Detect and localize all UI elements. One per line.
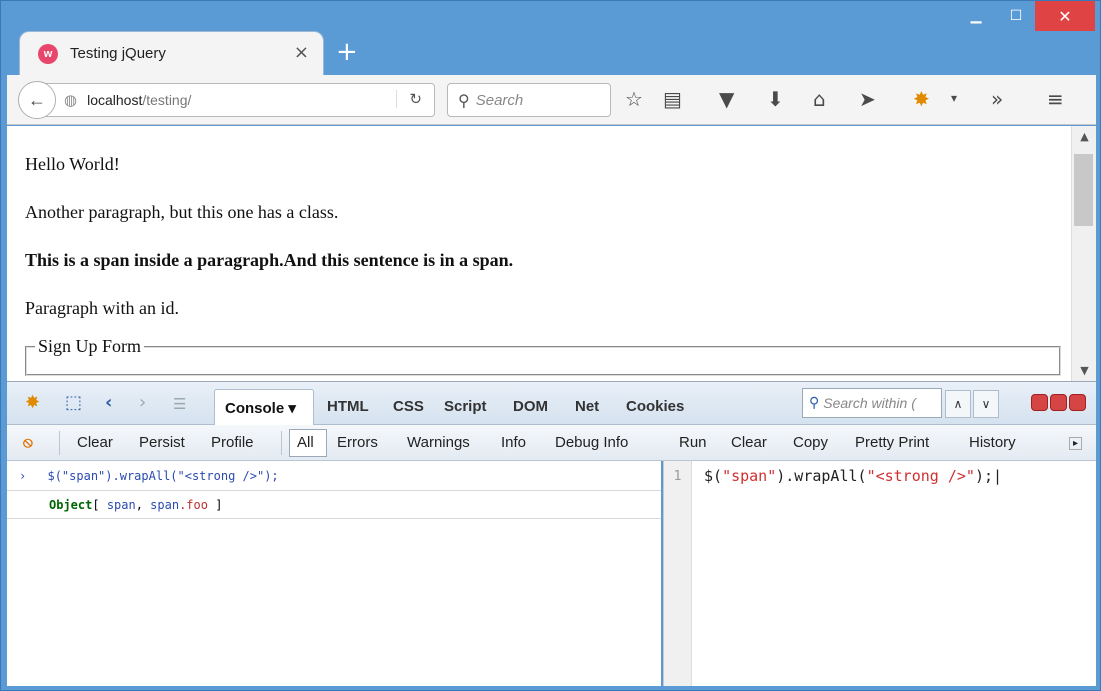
prompt-icon: › <box>19 469 27 483</box>
browser-window: ▁ ☐ ✕ w Testing jQuery × + ← ◍ localhost… <box>0 0 1101 691</box>
filter-errors-button[interactable]: Errors <box>337 434 378 451</box>
tab-favicon-icon: w <box>38 43 58 64</box>
firebug-minimize-button[interactable] <box>1031 394 1048 411</box>
page-content: Hello World! Another paragraph, but this… <box>7 126 1071 381</box>
firebug-detach-button[interactable] <box>1050 394 1067 411</box>
firebug-search-input[interactable]: ⚲ Search within ( <box>802 388 942 418</box>
back-button[interactable]: ← <box>18 81 56 119</box>
filter-info-button[interactable]: Info <box>501 434 526 451</box>
line-number-gutter: 1 <box>664 461 692 686</box>
command-editor[interactable]: 1 $("span").wrapAll("<strong />");| <box>663 461 1096 686</box>
paragraph-span: This is a span inside a paragraph.And th… <box>25 250 514 270</box>
tab-html[interactable]: HTML <box>327 398 369 415</box>
download-icon[interactable]: ⬇ <box>767 87 784 111</box>
search-input[interactable]: ⚲ Search <box>447 83 611 117</box>
minimize-button[interactable]: ▁ <box>961 1 991 31</box>
firebug-tab-bar: ✸ ⬚ ‹ › ☰ Console ▾ HTML CSS Script DOM … <box>7 381 1096 427</box>
result-item[interactable]: span <box>107 498 136 512</box>
text-cursor: | <box>993 467 1003 485</box>
page-scrollbar[interactable]: ▲ ▼ <box>1071 126 1096 381</box>
result-type: Object <box>49 498 93 512</box>
title-bar: ▁ ☐ ✕ w Testing jQuery × + <box>1 1 1100 75</box>
tab-dom[interactable]: DOM <box>513 398 548 415</box>
line-number: 1 <box>673 469 682 484</box>
firebug-dropdown-icon[interactable]: ▾ <box>951 91 957 105</box>
scrollbar-thumb[interactable] <box>1074 154 1093 226</box>
search-prev-button[interactable]: ∧ <box>945 390 971 418</box>
tab-title: Testing jQuery <box>70 45 166 62</box>
forward-arrow-icon[interactable]: › <box>139 392 146 413</box>
command-editor-icon[interactable]: ☰ <box>173 395 186 413</box>
share-icon[interactable]: ➤ <box>859 87 876 111</box>
url-bar[interactable]: ← ◍ localhost/testing/ ↻ <box>18 81 435 119</box>
tab-css[interactable]: CSS <box>393 398 424 415</box>
tab-console[interactable]: Console ▾ <box>214 389 314 427</box>
inspect-icon[interactable]: ⬚ <box>65 392 82 413</box>
paragraph-hello: Hello World! <box>25 154 120 174</box>
tab-close-icon[interactable]: × <box>294 42 309 63</box>
home-icon[interactable]: ⌂ <box>813 87 826 111</box>
console-toolbar: ⦸ Clear Persist Profile All Errors Warni… <box>7 425 1096 461</box>
scroll-down-icon[interactable]: ▼ <box>1072 364 1097 377</box>
firebug-close-button[interactable] <box>1069 394 1086 411</box>
filter-debug-info-button[interactable]: Debug Info <box>555 434 628 451</box>
navigation-bar: ← ◍ localhost/testing/ ↻ ⚲ Search ☆ ▤ ▼ … <box>7 75 1096 125</box>
clear-editor-button[interactable]: Clear <box>731 434 767 451</box>
tab-script[interactable]: Script <box>444 398 487 415</box>
pocket-icon[interactable]: ▼ <box>719 87 734 111</box>
maximize-button[interactable]: ☐ <box>1001 1 1031 31</box>
console-result-row[interactable]: Object[ span, span.foo ] <box>7 491 661 519</box>
new-tab-button[interactable]: + <box>336 37 358 67</box>
signup-form-legend: Sign Up Form <box>38 336 142 356</box>
tab-net[interactable]: Net <box>575 398 599 415</box>
editor-code-line[interactable]: $("span").wrapAll("<strong />");| <box>704 467 1002 485</box>
scroll-up-icon[interactable]: ▲ <box>1072 130 1097 143</box>
paragraph-id: Paragraph with an id. <box>25 298 179 318</box>
filter-warnings-button[interactable]: Warnings <box>407 434 470 451</box>
bookmark-star-icon[interactable]: ☆ <box>625 87 643 111</box>
tab-testing-jquery[interactable]: w Testing jQuery × <box>19 31 324 75</box>
toolbar-separator <box>59 431 60 455</box>
overflow-chevron-icon[interactable]: » <box>991 87 1003 111</box>
run-button[interactable]: Run <box>679 434 707 451</box>
paragraph-class: Another paragraph, but this one has a cl… <box>25 202 339 222</box>
console-command: $("span").wrapAll("<strong />"); <box>47 469 279 483</box>
toolbar-overflow-icon[interactable]: ▸ <box>1069 437 1083 450</box>
clear-button[interactable]: Clear <box>77 434 113 451</box>
console-command-row[interactable]: › $("span").wrapAll("<strong />"); <box>7 461 661 491</box>
tab-cookies[interactable]: Cookies <box>626 398 684 415</box>
close-window-button[interactable]: ✕ <box>1035 1 1095 31</box>
firebug-icon[interactable]: ✸ <box>913 87 930 111</box>
signup-form: Sign Up Form <box>25 336 1061 376</box>
profile-button[interactable]: Profile <box>211 434 254 451</box>
filter-all-button[interactable]: All <box>289 429 327 457</box>
firebug-logo-icon[interactable]: ✸ <box>25 392 40 413</box>
reload-icon[interactable]: ↻ <box>396 90 422 108</box>
search-icon: ⚲ <box>458 90 470 110</box>
globe-icon: ◍ <box>64 92 78 109</box>
toolbar-separator <box>281 431 282 455</box>
persist-button[interactable]: Persist <box>139 434 185 451</box>
reading-list-icon[interactable]: ▤ <box>663 87 682 111</box>
history-button[interactable]: History <box>969 434 1016 451</box>
clear-console-icon[interactable]: ⦸ <box>23 434 33 451</box>
menu-icon[interactable]: ≡ <box>1047 87 1064 111</box>
back-arrow-icon[interactable]: ‹ <box>105 392 112 413</box>
result-item[interactable]: span <box>150 498 179 512</box>
search-next-button[interactable]: ∨ <box>973 390 999 418</box>
url-text[interactable]: localhost/testing/ <box>87 92 191 108</box>
pretty-print-button[interactable]: Pretty Print <box>855 434 929 451</box>
console-output: › $("span").wrapAll("<strong />"); Objec… <box>7 461 661 686</box>
copy-button[interactable]: Copy <box>793 434 828 451</box>
search-icon: ⚲ <box>809 395 820 411</box>
